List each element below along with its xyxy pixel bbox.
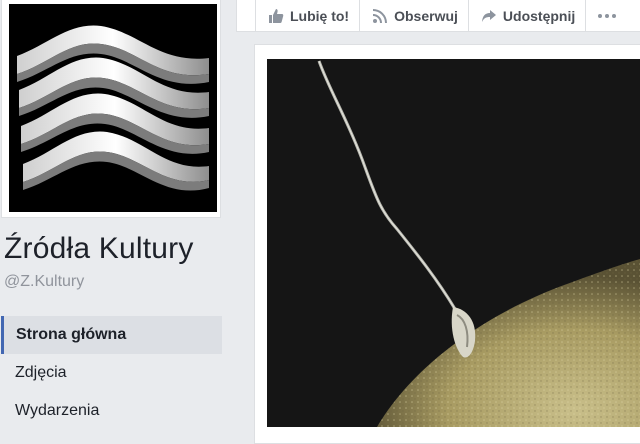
sperm-egg-photo (267, 59, 640, 427)
nav-item-home[interactable]: Strona główna (1, 316, 222, 354)
left-column: Źródła Kultury @Z.Kultury Strona główna … (0, 0, 236, 427)
page-action-bar: Lubię to! Obserwuj Udostępnij (236, 0, 640, 32)
thumbs-up-icon (268, 8, 284, 24)
page-handle[interactable]: @Z.Kultury (4, 273, 84, 291)
more-dots-icon (597, 13, 617, 19)
like-button[interactable]: Lubię to! (255, 0, 361, 32)
share-label: Udostępnij (502, 8, 576, 24)
share-button[interactable]: Udostępnij (467, 0, 587, 32)
like-label: Lubię to! (290, 8, 350, 24)
page-navigation: Strona główna Zdjęcia Wydarzenia (1, 316, 222, 430)
more-options-button[interactable] (585, 0, 625, 32)
profile-picture[interactable] (9, 4, 217, 212)
page-title[interactable]: Źródła Kultury (4, 232, 194, 266)
post-photo[interactable] (267, 59, 640, 427)
profile-picture-card (1, 0, 221, 218)
rss-feed-icon (372, 8, 388, 24)
follow-button[interactable]: Obserwuj (359, 0, 469, 32)
follow-label: Obserwuj (394, 8, 458, 24)
nav-item-photos[interactable]: Zdjęcia (1, 354, 222, 392)
wave-sculpture-image (9, 4, 217, 212)
share-arrow-icon (481, 8, 497, 24)
nav-item-events[interactable]: Wydarzenia (1, 392, 222, 430)
